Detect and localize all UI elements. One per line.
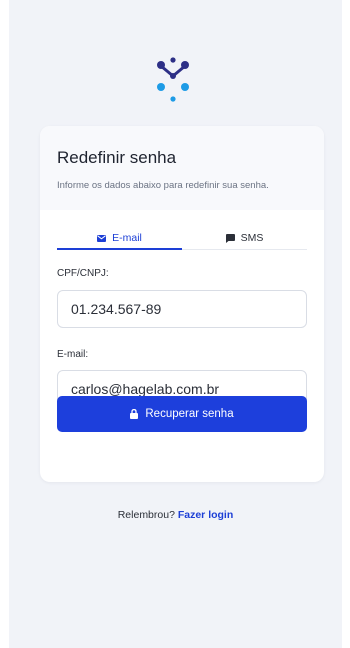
card-subtitle: Informe os dados abaixo para redefinir s… [57,180,269,191]
login-prompt: Relembrou? Fazer login [9,509,342,521]
envelope-icon [97,234,107,242]
chat-bubble-icon [225,233,235,243]
card-title: Redefinir senha [57,148,177,167]
tab-email-label: E-mail [112,232,142,244]
email-label: E-mail: [57,349,89,360]
tab-sms[interactable]: SMS [182,226,307,250]
recover-password-button[interactable]: Recuperar senha [57,396,307,432]
reset-password-card: Redefinir senha Informe os dados abaixo … [40,126,324,482]
molecule-logo-icon [157,57,189,102]
login-link[interactable]: Fazer login [178,509,233,521]
cpf-input[interactable] [57,290,307,328]
recover-password-label: Recuperar senha [145,408,234,420]
tab-email[interactable]: E-mail [57,226,182,250]
tab-sms-label: SMS [240,232,264,244]
lock-icon [130,409,139,419]
login-prompt-text: Relembrou? [117,509,175,521]
cpf-label: CPF/CNPJ: [57,268,109,279]
card-header: Redefinir senha Informe os dados abaixo … [40,126,324,210]
active-tab-indicator [57,248,182,250]
